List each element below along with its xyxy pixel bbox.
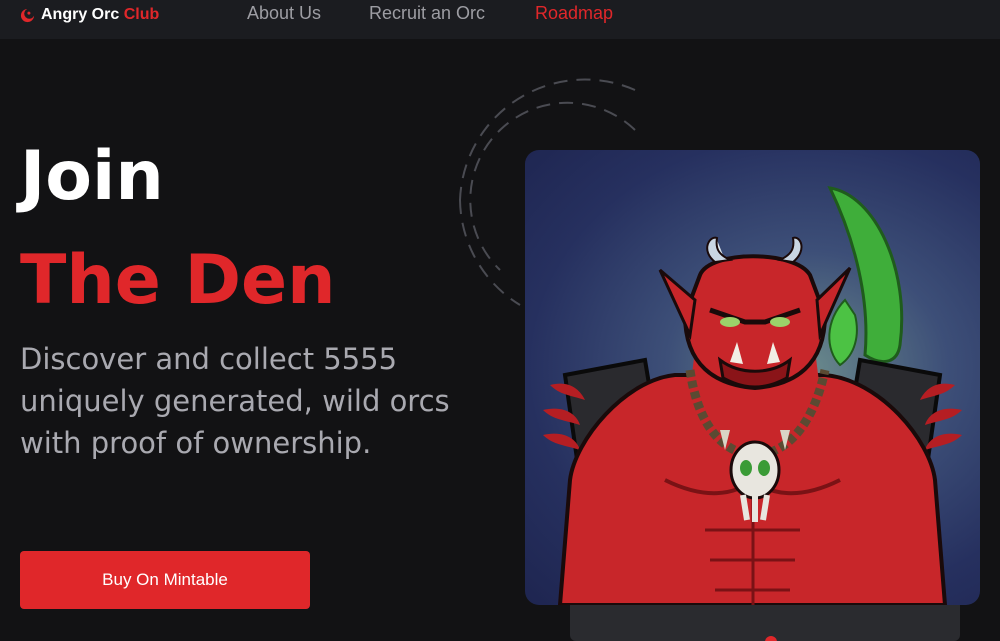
hero-description: Discover and collect 5555 uniquely gener… xyxy=(20,342,450,460)
hero-title-line2: The Den xyxy=(20,241,336,320)
brand-name: Angry Orc Club xyxy=(41,6,159,24)
top-navbar: Angry Orc Club About Us Recruit an Orc R… xyxy=(0,0,1000,39)
featured-orc-card[interactable] xyxy=(525,150,980,605)
brand-name-main: Angry Orc xyxy=(41,6,120,23)
carousel-indicator-dot[interactable] xyxy=(765,636,777,641)
buy-on-mintable-button[interactable]: Buy On Mintable xyxy=(20,551,310,609)
hero-title-line1: Join xyxy=(20,137,164,216)
brand-logo-link[interactable]: Angry Orc Club xyxy=(20,4,159,26)
brand-name-accent: Club xyxy=(123,6,160,23)
nav-roadmap[interactable]: Roadmap xyxy=(535,3,613,24)
crescent-logo-icon xyxy=(20,7,35,22)
nav-recruit-an-orc[interactable]: Recruit an Orc xyxy=(369,3,485,24)
orc-illustration xyxy=(543,186,962,605)
nav-about-us[interactable]: About Us xyxy=(247,3,321,24)
